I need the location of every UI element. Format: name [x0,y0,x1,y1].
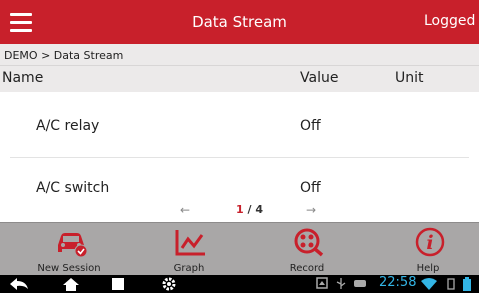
app-header: Data Stream Logged In [0,0,479,44]
new-session-label: New Session [37,263,101,274]
page-title: Data Stream [192,13,287,31]
record-search-icon [294,228,324,257]
bottom-toolbar: New Session Graph Record i Help [0,222,479,275]
row-name: A/C switch [36,180,110,196]
system-navigation-bar: 22:58 [0,275,479,293]
usb-icon [336,278,346,289]
battery-icon [463,277,471,291]
graph-button[interactable]: Graph [139,223,239,276]
arrow-right-icon[interactable]: → [306,203,316,217]
info-icon: i [415,227,445,257]
login-status[interactable]: Logged In [424,13,479,29]
svg-text:i: i [426,232,433,254]
breadcrumb: DEMO > Data Stream [0,44,479,66]
vibrate-icon [447,278,455,290]
row-value: Off [300,180,321,196]
record-button[interactable]: Record [257,223,357,276]
pagination: ← 1 / 4 → [0,200,479,220]
line-graph-icon [175,230,205,256]
table-header: Name Value Unit [0,66,479,92]
new-session-button[interactable]: New Session [19,223,119,276]
column-header-value: Value [300,70,339,86]
help-label: Help [416,263,440,274]
total-pages: / 4 [247,203,264,216]
row-name: A/C relay [36,118,100,134]
column-header-unit: Unit [395,70,424,86]
back-icon[interactable] [8,277,30,291]
home-icon[interactable] [62,277,80,291]
table-row[interactable]: A/C relay Off [0,92,479,158]
column-header-name: Name [2,70,44,86]
recent-apps-icon[interactable] [109,277,127,291]
record-label: Record [289,263,325,274]
graph-label: Graph [173,263,205,274]
settings-icon[interactable] [162,277,176,291]
storage-icon [354,280,366,287]
arrow-left-icon[interactable]: ← [180,203,190,217]
page-indicator: 1 / 4 [236,203,263,216]
car-check-icon [58,233,88,257]
wifi-icon [421,278,437,290]
row-value: Off [300,118,321,134]
clock: 22:58 [379,275,417,290]
help-button[interactable]: i Help [378,223,478,276]
current-page: 1 [236,203,244,216]
screenshot-icon [316,277,328,289]
